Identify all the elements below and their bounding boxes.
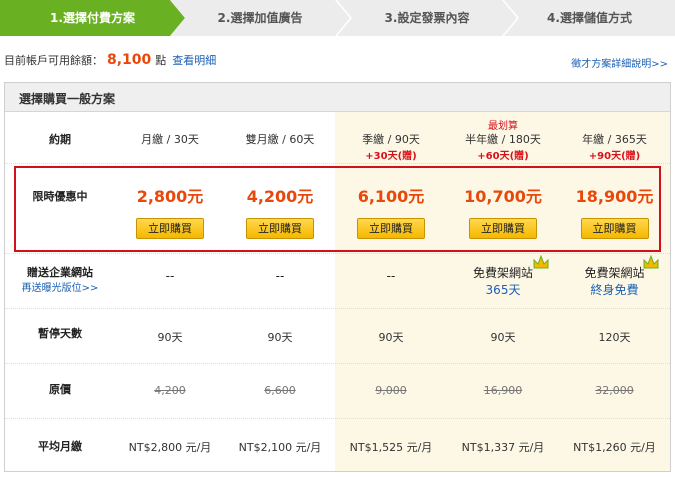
gift-text: 免費架網站: [472, 266, 533, 280]
promo-highlight-box: [14, 166, 661, 252]
pause-text: 90天: [490, 331, 516, 344]
original-price-text: 32,000: [595, 384, 634, 397]
avg-cell: NT$1,525 元/月: [335, 439, 447, 455]
account-balance: 目前帳戶可用餘額： 8,100 點查看明細: [4, 52, 216, 68]
plan-period: 雙月繳 / 60天: [225, 131, 335, 147]
original-cell: 6,600: [225, 384, 335, 397]
step-1-choose-plan: 1.選擇付費方案: [0, 0, 185, 36]
avg-text: NT$1,525 元/月: [349, 441, 433, 454]
plan-period: 月繳 / 30天: [115, 131, 225, 147]
gift-cell: 免費架網站 終身免費: [559, 264, 670, 298]
step-label: 2.選擇加值廣告: [217, 11, 303, 25]
plan-period: 季繳 / 90天 +30天(贈): [335, 131, 447, 162]
bonus-days: +90天(贈): [588, 151, 641, 162]
original-cell: 4,200: [115, 384, 225, 397]
gift-text: --: [275, 269, 285, 283]
gift-cell: --: [335, 269, 447, 283]
gift-text: 免費架網站: [584, 266, 645, 280]
row-label-avg: 平均月繳: [38, 440, 82, 453]
original-price-text: 4,200: [154, 384, 186, 397]
gift-sub-text: 365天: [485, 283, 521, 297]
original-price-text: 6,600: [264, 384, 296, 397]
original-price-text: 9,000: [375, 384, 407, 397]
avg-cell: NT$2,100 元/月: [225, 439, 335, 455]
avg-text: NT$2,100 元/月: [238, 441, 322, 454]
original-cell: 9,000: [335, 384, 447, 397]
step-4-payment: 4.選擇儲值方式: [504, 0, 675, 36]
panel-title: 選擇購買一般方案: [19, 92, 116, 106]
original-price-text: 16,900: [483, 384, 523, 397]
row-divider: [5, 363, 670, 364]
gift-text: --: [165, 269, 175, 283]
gift-cell: --: [115, 269, 225, 283]
avg-cell: NT$1,337 元/月: [447, 439, 559, 455]
more-exposure-link[interactable]: 再送曝光版位>>: [5, 279, 115, 294]
plan-tag: 最划算: [447, 117, 559, 132]
pause-text: 90天: [378, 331, 404, 344]
step-label: 1.選擇付費方案: [50, 11, 135, 25]
period-text: 半年繳 / 180天: [465, 133, 541, 146]
avg-cell: NT$1,260 元/月: [559, 439, 670, 455]
balance-label: 目前帳戶可用餘額：: [4, 54, 103, 67]
period-text: 季繳 / 90天: [362, 133, 420, 146]
pause-cell: 90天: [335, 329, 447, 345]
bonus-days: +60天(贈): [477, 151, 529, 162]
row-divider: [5, 418, 670, 419]
gift-cell: --: [225, 269, 335, 283]
row-divider: [5, 163, 670, 164]
plans-panel: 選擇購買一般方案 約期 限時優惠中 贈送企業網站 再送曝光版位>> 暫停天數 原…: [4, 82, 671, 472]
step-label: 4.選擇儲值方式: [547, 11, 632, 25]
pause-cell: 90天: [225, 329, 335, 345]
period-text: 月繳 / 30天: [141, 133, 199, 146]
row-label-gift: 贈送企業網站: [27, 266, 93, 279]
period-text: 年繳 / 365天: [582, 133, 647, 146]
gift-cell: 免費架網站 365天: [447, 264, 559, 298]
pause-text: 90天: [157, 331, 183, 344]
period-text: 雙月繳 / 60天: [245, 133, 315, 146]
plan-period: 年繳 / 365天 +90天(贈): [559, 131, 670, 162]
step-3-invoice: 3.設定發票內容: [337, 0, 517, 36]
pause-text: 90天: [267, 331, 293, 344]
progress-steps: 1.選擇付費方案 2.選擇加值廣告 3.設定發票內容 4.選擇儲值方式: [0, 0, 675, 36]
avg-text: NT$1,337 元/月: [461, 441, 545, 454]
row-divider: [5, 253, 670, 254]
plan-period: 半年繳 / 180天 +60天(贈): [447, 131, 559, 162]
pause-cell: 90天: [115, 329, 225, 345]
pause-text: 120天: [598, 331, 631, 344]
avg-text: NT$1,260 元/月: [573, 441, 656, 454]
view-details-link[interactable]: 查看明細: [172, 54, 216, 67]
pause-cell: 90天: [447, 329, 559, 345]
panel-header: 選擇購買一般方案: [5, 83, 670, 112]
gift-sub-text: 終身免費: [590, 283, 639, 297]
plan-details-link[interactable]: 徵才方案詳細說明>>: [571, 55, 668, 70]
step-label: 3.設定發票內容: [384, 11, 470, 25]
gift-text: --: [386, 269, 396, 283]
row-label-period: 約期: [49, 133, 71, 146]
row-label-original: 原價: [49, 383, 71, 396]
bonus-days: +30天(贈): [365, 151, 417, 162]
row-label-pause: 暫停天數: [38, 327, 82, 340]
best-value-tag: 最划算: [488, 121, 518, 132]
original-cell: 32,000: [559, 384, 670, 397]
row-divider: [5, 308, 670, 309]
step-2-choose-ads: 2.選擇加值廣告: [170, 0, 350, 36]
balance-unit: 點: [155, 54, 167, 67]
avg-text: NT$2,800 元/月: [128, 441, 212, 454]
pause-cell: 120天: [559, 329, 670, 345]
original-cell: 16,900: [447, 384, 559, 397]
avg-cell: NT$2,800 元/月: [115, 439, 225, 455]
balance-amount: 8,100: [107, 52, 152, 68]
